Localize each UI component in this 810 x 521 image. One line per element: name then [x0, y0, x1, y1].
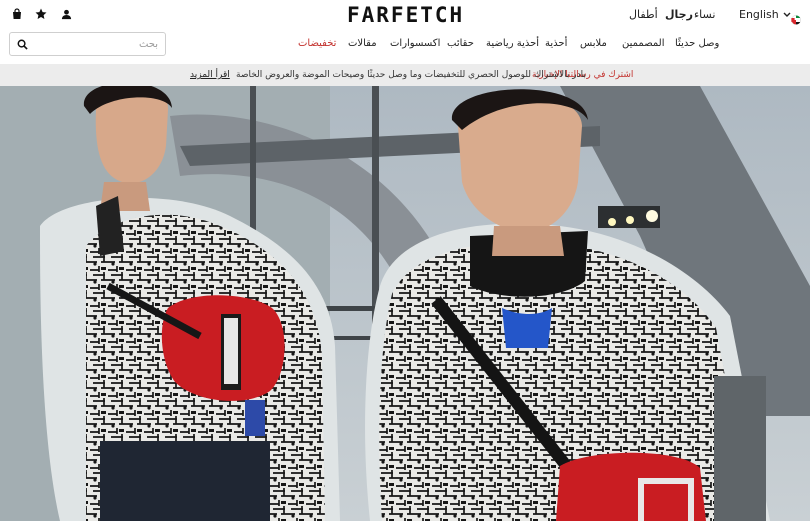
nav-bags[interactable]: حقائب — [447, 38, 474, 49]
nav-sale[interactable]: تخفيضات — [298, 38, 336, 49]
top-bar: FARFETCH أطفال رجال نساء English — [0, 0, 810, 30]
bag-icon[interactable] — [9, 6, 25, 22]
hero-image — [0, 86, 810, 521]
language-selector[interactable]: English — [739, 8, 791, 21]
farfetch-logo[interactable]: FARFETCH — [347, 3, 464, 27]
search-box[interactable] — [9, 32, 166, 56]
nav-accessories[interactable]: اكسسوارات — [390, 38, 440, 49]
nav-shoes[interactable]: أحذية — [545, 38, 567, 49]
nav-new-in[interactable]: وصل حديثًا — [675, 38, 719, 49]
nav-sneakers[interactable]: أحذية رياضية — [486, 38, 539, 49]
newsletter-description: بادر بالاشتراك للوصول الحصري للتخفيضات و… — [236, 70, 586, 80]
user-icon[interactable] — [58, 6, 74, 22]
department-women[interactable]: نساء — [694, 8, 715, 21]
department-men[interactable]: رجال — [665, 8, 693, 21]
department-kids[interactable]: أطفال — [629, 8, 658, 21]
chevron-down-icon — [783, 12, 791, 17]
read-more-link[interactable]: اقرأ المزيد — [190, 70, 230, 80]
hero-banner[interactable] — [0, 86, 810, 521]
search-input[interactable] — [28, 38, 158, 50]
newsletter-banner: اشترك في رسالتنا الإخبارية بادر بالاشترا… — [0, 64, 810, 86]
nav-clothing[interactable]: ملابس — [580, 38, 607, 49]
language-label: English — [739, 8, 779, 21]
star-icon[interactable] — [33, 6, 49, 22]
flag-icon[interactable] — [791, 10, 801, 25]
nav-designers[interactable]: المصممين — [622, 38, 664, 49]
search-icon[interactable] — [17, 39, 28, 50]
nav-stories[interactable]: مقالات — [348, 38, 377, 49]
